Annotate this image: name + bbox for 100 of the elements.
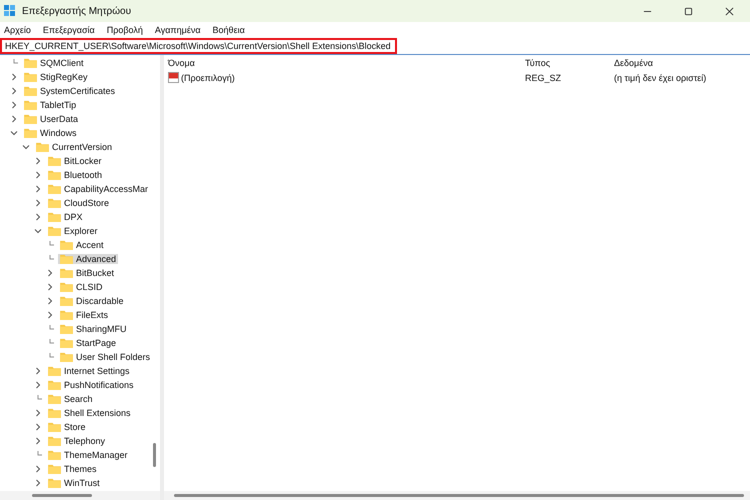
tree-item[interactable]: Explorer — [46, 226, 100, 236]
tree-item[interactable]: Windows — [22, 128, 79, 138]
expand-icon[interactable] — [34, 171, 42, 179]
tree-item[interactable]: CLSID — [58, 282, 105, 292]
scrollbar-thumb[interactable] — [32, 494, 92, 497]
tree-item[interactable]: CapabilityAccessMar — [46, 184, 150, 194]
tree-item[interactable]: PushNotifications — [46, 380, 136, 390]
tree-item[interactable]: Discardable — [58, 296, 126, 306]
scrollbar-thumb[interactable] — [153, 443, 156, 467]
expand-icon[interactable] — [34, 213, 42, 221]
tree-item[interactable]: Accent — [58, 240, 106, 250]
folder-icon — [60, 296, 73, 306]
expand-icon[interactable] — [34, 381, 42, 389]
tree-item[interactable]: WinTrust — [46, 478, 102, 488]
tree-item[interactable]: Search — [46, 394, 95, 404]
maximize-icon[interactable] — [684, 6, 693, 16]
tree-item[interactable]: Advanced — [58, 254, 118, 264]
expand-icon[interactable] — [46, 311, 54, 319]
tree-item[interactable]: Shell Extensions — [46, 408, 133, 418]
expand-icon[interactable] — [46, 269, 54, 277]
folder-icon — [24, 58, 37, 68]
collapse-icon[interactable] — [22, 143, 30, 151]
folder-icon — [24, 128, 37, 138]
folder-icon — [48, 436, 61, 446]
menu-item[interactable]: Αρχείο — [4, 24, 31, 34]
tree-item[interactable]: BitLocker — [46, 156, 104, 166]
app-icon — [4, 5, 16, 17]
scrollbar-thumb[interactable] — [174, 494, 744, 497]
window-title: Επεξεργαστής Μητρώου — [22, 6, 132, 16]
expand-icon[interactable] — [34, 199, 42, 207]
menu-item[interactable]: Προβολή — [106, 24, 143, 34]
folder-icon — [60, 352, 73, 362]
tree-item[interactable]: TabletTip — [22, 100, 78, 110]
tree-item[interactable]: Telephony — [46, 436, 108, 446]
folder-icon — [48, 478, 61, 488]
tree-item[interactable]: StartPage — [58, 338, 118, 348]
table-cell-text: (η τιμή δεν έχει οριστεί) — [614, 72, 708, 82]
tree-item[interactable]: StigRegKey — [22, 72, 90, 82]
tree-item[interactable]: Bluetooth — [46, 170, 104, 180]
folder-icon — [24, 86, 37, 96]
collapse-icon[interactable] — [10, 129, 18, 137]
table-cell: (Προεπιλογή) — [181, 72, 235, 82]
folder-icon — [48, 408, 61, 418]
tree-item[interactable]: UserData — [22, 114, 80, 124]
expand-icon[interactable] — [46, 283, 54, 291]
tree-item[interactable]: CurrentVersion — [34, 142, 114, 152]
menu-item[interactable]: Επεξεργασία — [42, 24, 95, 34]
menu-item[interactable]: Αγαπημένα — [154, 24, 201, 34]
expand-icon[interactable] — [10, 87, 18, 95]
folder-icon — [48, 156, 61, 166]
tree-item[interactable]: SharingMFU — [58, 324, 129, 334]
column-header[interactable]: Τύπος — [525, 58, 614, 68]
folder-icon — [48, 366, 61, 376]
folder-icon — [24, 72, 37, 82]
tree-item[interactable]: BitBucket — [58, 268, 116, 278]
folder-icon — [60, 268, 73, 278]
folder-icon — [60, 338, 73, 348]
folder-icon — [48, 198, 61, 208]
expand-icon[interactable] — [34, 367, 42, 375]
column-header[interactable]: Δεδομένα — [614, 58, 750, 68]
expand-icon[interactable] — [34, 465, 42, 473]
string-value-icon — [168, 72, 179, 83]
tree-item[interactable]: Themes — [46, 464, 99, 474]
folder-icon — [48, 394, 61, 404]
folder-icon — [48, 226, 61, 236]
expand-icon[interactable] — [34, 423, 42, 431]
table-cell-text: REG_SZ — [525, 72, 562, 82]
folder-icon — [60, 240, 73, 250]
folder-icon — [48, 184, 61, 194]
tree-item[interactable]: SQMClient — [22, 58, 86, 68]
collapse-icon[interactable] — [34, 227, 42, 235]
expand-icon[interactable] — [34, 185, 42, 193]
folder-icon — [60, 254, 73, 264]
column-header[interactable]: Όνομα — [164, 58, 525, 68]
expand-icon[interactable] — [34, 157, 42, 165]
folder-icon — [24, 100, 37, 110]
folder-icon — [48, 422, 61, 432]
expand-icon[interactable] — [34, 479, 42, 487]
folder-icon — [24, 114, 37, 124]
tree-item[interactable]: CloudStore — [46, 198, 112, 208]
tree-item[interactable]: User Shell Folders — [58, 352, 152, 362]
expand-icon[interactable] — [10, 101, 18, 109]
tree-item[interactable]: Store — [46, 422, 88, 432]
expand-icon[interactable] — [10, 115, 18, 123]
folder-icon — [48, 380, 61, 390]
expand-icon[interactable] — [34, 437, 42, 445]
menu-item[interactable]: Βοήθεια — [212, 24, 245, 34]
expand-icon[interactable] — [34, 409, 42, 417]
tree-item[interactable]: Internet Settings — [46, 366, 132, 376]
folder-icon — [60, 324, 73, 334]
expand-icon[interactable] — [46, 297, 54, 305]
folder-icon — [60, 310, 73, 320]
close-icon[interactable] — [725, 6, 734, 16]
expand-icon[interactable] — [10, 73, 18, 81]
tree-item[interactable]: SystemCertificates — [22, 86, 118, 96]
folder-icon — [60, 282, 73, 292]
tree-item[interactable]: ThemeManager — [46, 450, 130, 460]
address-field[interactable]: HKEY_CURRENT_USER\Software\Microsoft\Windows\CurrentVersion\Shell Extensions\Blocked — [0, 38, 397, 54]
tree-item[interactable]: FileExts — [58, 310, 110, 320]
tree-item[interactable]: DPX — [46, 212, 85, 222]
